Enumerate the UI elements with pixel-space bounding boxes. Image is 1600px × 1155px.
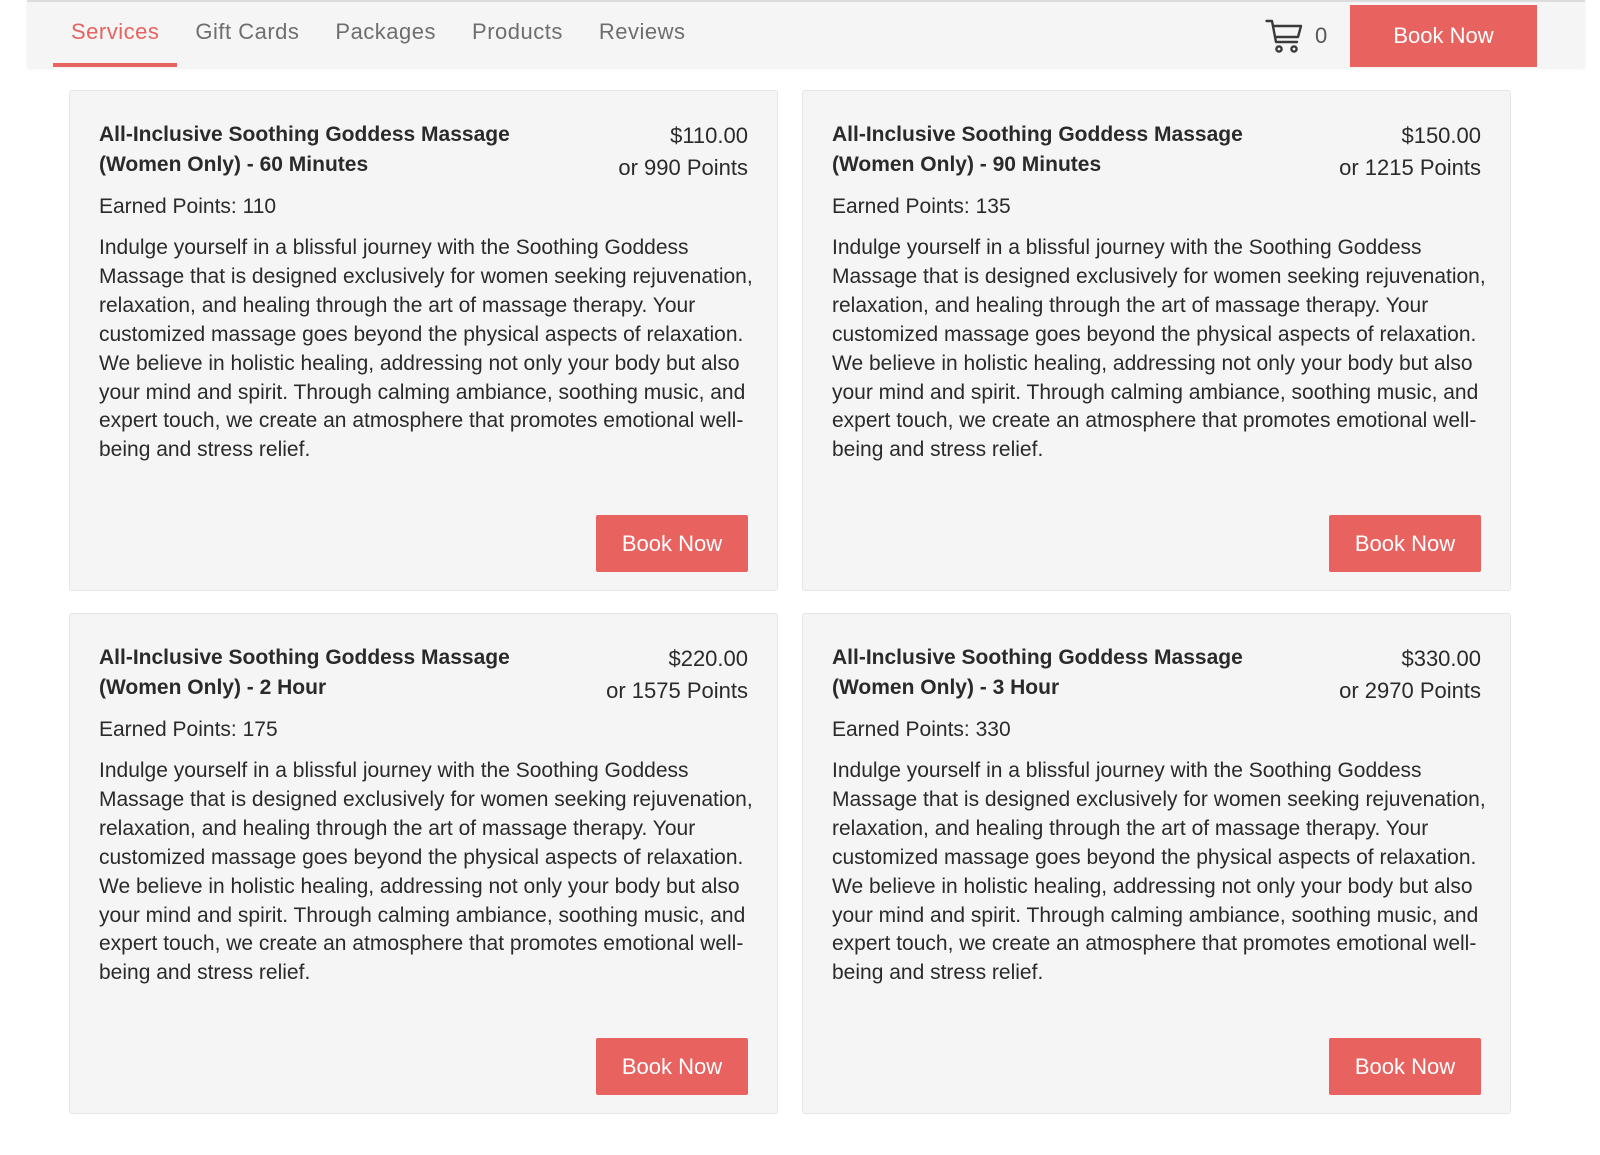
top-navigation-bar: Services Gift Cards Packages Products Re… [27,0,1585,67]
service-description: Indulge yourself in a blissful journey w… [832,236,1486,462]
service-points-price: or 2970 Points [1339,678,1481,703]
tab-services[interactable]: Services [53,2,178,67]
service-points-price: or 990 Points [618,155,748,180]
book-now-button[interactable]: Book Now [596,1038,748,1095]
service-price-block: $110.00 or 990 Points [618,120,748,184]
service-price-block: $150.00 or 1215 Points [1339,120,1481,184]
tab-packages[interactable]: Packages [317,2,454,67]
tab-products[interactable]: Products [454,2,581,67]
service-title: All-Inclusive Soothing Goddess Massage (… [99,123,510,176]
book-now-button[interactable]: Book Now [1329,515,1481,572]
service-card: All-Inclusive Soothing Goddess Massage (… [69,90,778,591]
service-points-price: or 1575 Points [606,678,748,703]
service-price: $110.00 [670,123,748,148]
service-description: Indulge yourself in a blissful journey w… [99,759,753,985]
service-description: Indulge yourself in a blissful journey w… [99,236,753,462]
book-now-button[interactable]: Book Now [596,515,748,572]
book-now-button[interactable]: Book Now [1329,1038,1481,1095]
service-title: All-Inclusive Soothing Goddess Massage (… [99,646,510,699]
shopping-cart-icon [1265,18,1303,54]
nav-tabs: Services Gift Cards Packages Products Re… [53,2,703,67]
service-title: All-Inclusive Soothing Goddess Massage (… [832,123,1243,176]
earned-points: Earned Points: 110 [99,195,277,218]
earned-points: Earned Points: 175 [99,718,278,741]
tab-reviews[interactable]: Reviews [581,2,704,67]
service-card: All-Inclusive Soothing Goddess Massage (… [802,613,1511,1114]
cart-count: 0 [1315,23,1328,48]
service-price-block: $220.00 or 1575 Points [606,643,748,707]
earned-points: Earned Points: 135 [832,195,1011,218]
earned-points: Earned Points: 330 [832,718,1011,741]
service-price-block: $330.00 or 2970 Points [1339,643,1481,707]
service-price: $150.00 [1401,123,1481,148]
service-description: Indulge yourself in a blissful journey w… [832,759,1486,985]
tab-gift-cards[interactable]: Gift Cards [177,2,317,67]
services-grid: All-Inclusive Soothing Goddess Massage (… [69,90,1511,1114]
service-title: All-Inclusive Soothing Goddess Massage (… [832,646,1243,699]
service-points-price: or 1215 Points [1339,155,1481,180]
header-book-now-button[interactable]: Book Now [1350,5,1537,67]
service-price: $330.00 [1401,646,1481,671]
cart-button[interactable]: 0 [1265,16,1327,56]
service-card: All-Inclusive Soothing Goddess Massage (… [69,613,778,1114]
service-price: $220.00 [668,646,748,671]
service-card: All-Inclusive Soothing Goddess Massage (… [802,90,1511,591]
